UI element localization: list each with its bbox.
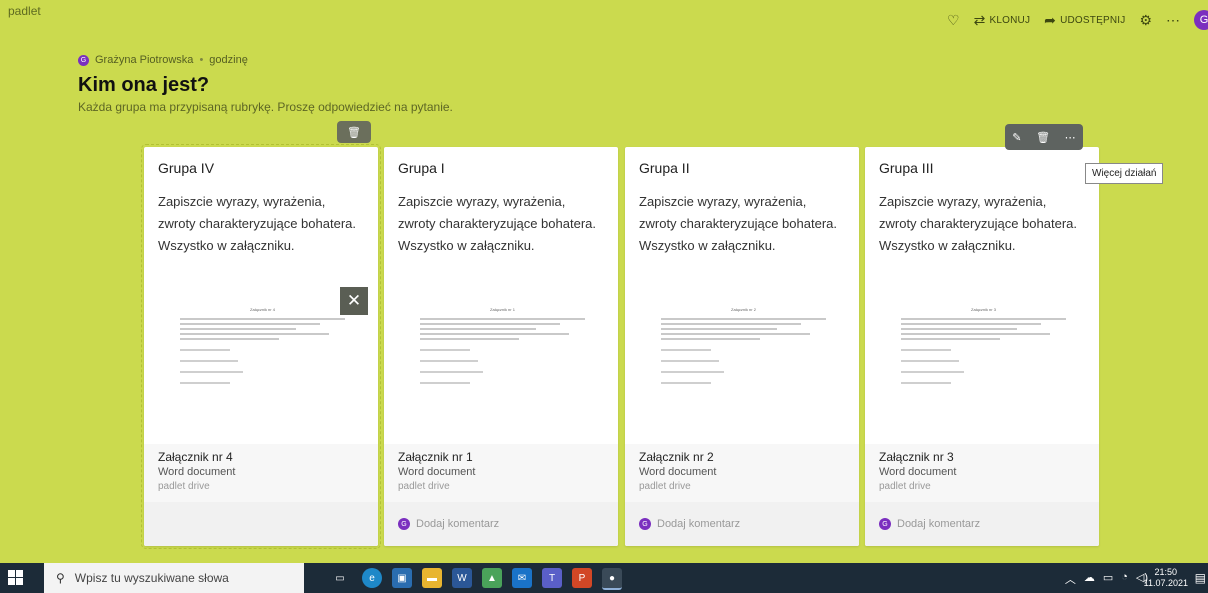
card-body: Zapiszcie wyrazy, wyrażenia, zwroty char… [398, 194, 596, 253]
attachment-source: padlet drive [158, 481, 210, 492]
share-icon: ➦ [1044, 12, 1057, 28]
edge-icon[interactable]: e [362, 568, 382, 588]
add-comment-input[interactable]: Dodaj komentarz [657, 518, 740, 530]
delete-post-button[interactable]: 🗑 [337, 121, 371, 143]
document-preview[interactable]: Załącznik nr 1 [420, 307, 585, 439]
task-view-icon[interactable]: ▭ [330, 568, 350, 588]
trash-icon[interactable]: 🗑 [1036, 131, 1050, 144]
word-icon[interactable]: W [452, 568, 472, 588]
comment-avatar: G [639, 518, 651, 530]
clock-date: 11.07.2021 [1143, 578, 1188, 588]
powerpoint-icon[interactable]: P [572, 568, 592, 588]
network-icon[interactable]: ▭ [1103, 571, 1113, 587]
more-actions-tooltip: Więcej działań [1085, 163, 1164, 184]
card-title: Grupa II [639, 160, 690, 176]
attachment-type: Word document [879, 466, 957, 478]
page-subtitle: Każda grupa ma przypisaną rubrykę. Prosz… [78, 100, 453, 114]
comment-avatar: G [879, 518, 891, 530]
attachment-name: Załącznik nr 3 [879, 450, 954, 464]
photos-icon[interactable]: ▲ [482, 568, 502, 588]
user-avatar[interactable]: G [1194, 10, 1208, 30]
post-time: godzinę [209, 54, 248, 66]
comment-area[interactable]: G Dodaj komentarz [625, 502, 859, 546]
clone-icon: ⇄ [973, 12, 986, 28]
padlet-board: padlet ♡ ⇄ KLONUJ ➦ UDOSTĘPNIJ ⚙ ⋯ G G G… [0, 0, 1208, 563]
attachment-source: padlet drive [398, 481, 450, 492]
comment-area[interactable]: G Dodaj komentarz [865, 502, 1099, 546]
edit-icon[interactable]: ✎ [1012, 131, 1021, 144]
attachment-type: Word document [398, 466, 476, 478]
chevron-up-icon[interactable]: ︿ [1065, 571, 1076, 587]
search-input[interactable]: Wpisz tu wyszukiwane słowa [75, 571, 229, 585]
attachment-type: Word document [639, 466, 717, 478]
top-toolbar: ♡ ⇄ KLONUJ ➦ UDOSTĘPNIJ ⚙ ⋯ G [947, 0, 1208, 40]
trash-icon: 🗑 [347, 126, 361, 139]
cloud-icon[interactable]: ☁ [1084, 571, 1095, 587]
comment-avatar: G [398, 518, 410, 530]
teams-icon[interactable]: T [542, 568, 562, 588]
wifi-icon[interactable]: ◔ [1121, 571, 1128, 587]
padlet-logo[interactable]: padlet [8, 4, 41, 18]
document-preview[interactable]: Załącznik nr 3 [901, 307, 1066, 439]
mail-icon[interactable]: ✉ [512, 568, 532, 588]
add-comment-input[interactable]: Dodaj komentarz [897, 518, 980, 530]
card-title: Grupa III [879, 160, 934, 176]
attachment-name: Załącznik nr 2 [639, 450, 714, 464]
store-icon[interactable]: ▣ [392, 568, 412, 588]
card-title: Grupa I [398, 160, 445, 176]
attachment[interactable]: Załącznik nr 4 Word document padlet driv… [144, 444, 378, 502]
taskbar-search[interactable]: ⚲ Wpisz tu wyszukiwane słowa [44, 563, 304, 593]
chrome-icon[interactable]: ● [602, 568, 622, 590]
post-actions-toolbar: ✎ 🗑 ⋯ [1005, 124, 1083, 150]
more-icon[interactable]: ⋯ [1166, 13, 1180, 27]
clock-time: 21:50 [1154, 567, 1178, 577]
taskbar-clock[interactable]: 21:50 11.07.2021 [1144, 567, 1188, 589]
attachment-source: padlet drive [639, 481, 691, 492]
card-body: Zapiszcie wyrazy, wyrażenia, zwroty char… [879, 194, 1077, 253]
author-row: G Grażyna Piotrowska • godzinę [78, 54, 248, 66]
clone-button[interactable]: ⇄ KLONUJ [974, 13, 1031, 27]
share-button[interactable]: ➦ UDOSTĘPNIJ [1044, 13, 1125, 27]
notification-icon[interactable]: ▤ [1195, 571, 1206, 585]
separator: • [199, 54, 204, 66]
comment-area[interactable] [144, 502, 378, 546]
attachment-source: padlet drive [879, 481, 931, 492]
clone-label: KLONUJ [989, 14, 1031, 26]
page-title: Kim ona jest? [78, 74, 210, 96]
post-card[interactable]: Grupa III Zapiszcie wyrazy, wyrażenia, z… [865, 147, 1099, 546]
document-preview[interactable]: Załącznik nr 2 [661, 307, 826, 439]
more-actions-icon[interactable]: ⋯ [1065, 131, 1076, 144]
attachment[interactable]: Załącznik nr 1 Word document padlet driv… [384, 444, 618, 502]
post-card[interactable]: Grupa IV Zapiszcie wyrazy, wyrażenia, zw… [141, 144, 381, 549]
post-card[interactable]: Grupa I Zapiszcie wyrazy, wyrażenia, zwr… [384, 147, 618, 546]
comment-area[interactable]: G Dodaj komentarz [384, 502, 618, 546]
card-body: Zapiszcie wyrazy, wyrażenia, zwroty char… [639, 194, 837, 253]
author-avatar: G [78, 54, 89, 66]
document-preview[interactable]: Załącznik nr 4 [180, 307, 345, 439]
card-title: Grupa IV [158, 160, 215, 176]
remove-attachment-button[interactable]: ✕ [340, 287, 368, 315]
author-name[interactable]: Grażyna Piotrowska [95, 54, 193, 66]
windows-taskbar: ⚲ Wpisz tu wyszukiwane słowa ▭ e ▣ ▬ W ▲… [0, 563, 1208, 593]
attachment-name: Załącznik nr 1 [398, 450, 473, 464]
card-body: Zapiszcie wyrazy, wyrażenia, zwroty char… [158, 194, 356, 253]
add-comment-input[interactable]: Dodaj komentarz [416, 518, 499, 530]
attachment-type: Word document [158, 466, 236, 478]
search-icon: ⚲ [56, 571, 65, 585]
close-icon: ✕ [346, 291, 362, 310]
heart-icon[interactable]: ♡ [947, 13, 960, 27]
system-tray[interactable]: ︿ ☁ ▭ ◔ ◁) [1065, 571, 1148, 587]
gear-icon[interactable]: ⚙ [1139, 13, 1152, 27]
attachment-name: Załącznik nr 4 [158, 450, 233, 464]
explorer-icon[interactable]: ▬ [422, 568, 442, 588]
share-label: UDOSTĘPNIJ [1060, 14, 1126, 26]
attachment[interactable]: Załącznik nr 3 Word document padlet driv… [865, 444, 1099, 502]
windows-start-icon[interactable] [8, 570, 24, 586]
post-card[interactable]: Grupa II Zapiszcie wyrazy, wyrażenia, zw… [625, 147, 859, 546]
attachment[interactable]: Załącznik nr 2 Word document padlet driv… [625, 444, 859, 502]
